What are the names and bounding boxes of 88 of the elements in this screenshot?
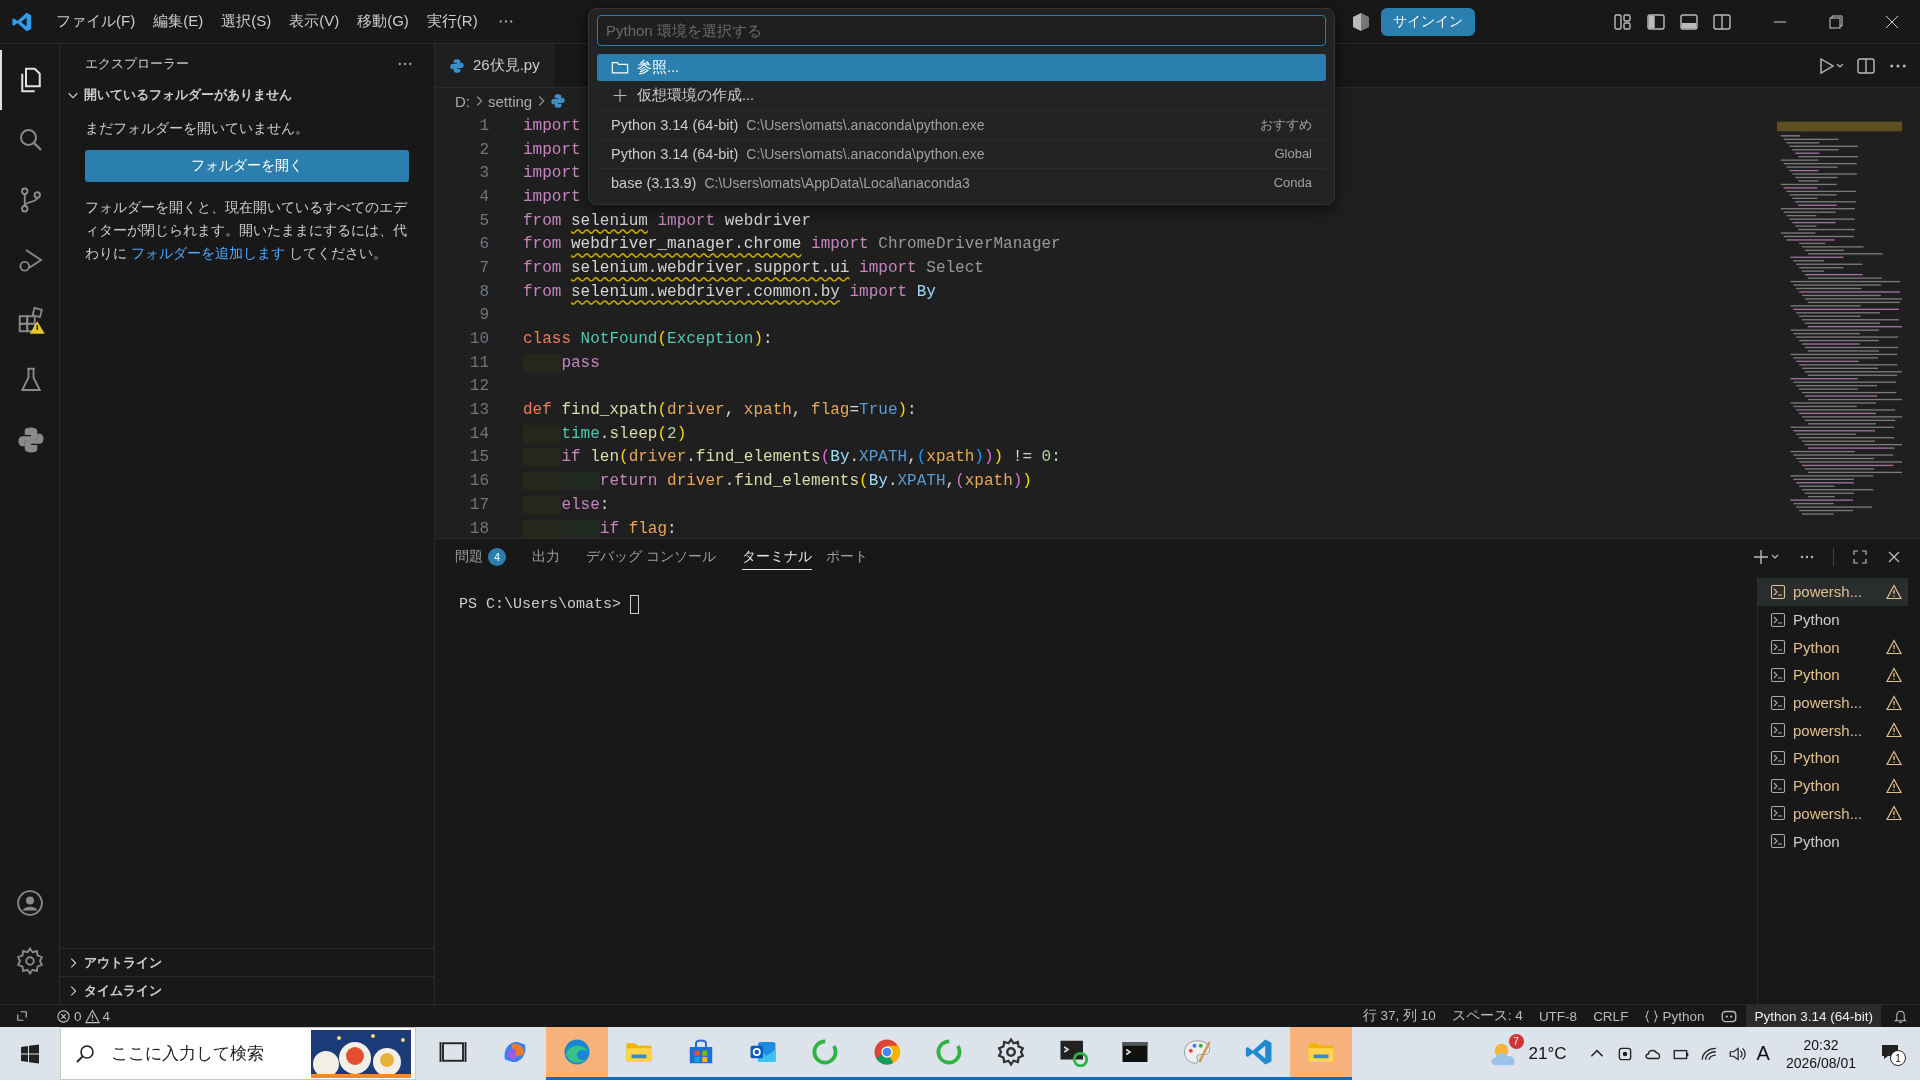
code-line: class NotFound(Exception): bbox=[523, 330, 773, 349]
line-number: 12 bbox=[468, 377, 490, 396]
menu-item[interactable]: 表示(V) bbox=[280, 12, 349, 31]
section-header[interactable]: タイムライン bbox=[60, 976, 434, 1004]
alert-badge: 7 bbox=[1508, 1033, 1524, 1049]
info-paragraph: フォルダーを開くと、現在開いているすべてのエディターが閉じられます。開いたままにするには、代わりに フォルダーを追加します してください。 bbox=[85, 198, 409, 263]
add-folder-link[interactable]: フォルダーを追加します bbox=[130, 245, 285, 261]
line-number: 11 bbox=[468, 353, 490, 372]
code-line: if len(driver.find_elements(By.XPATH,(xpath))) != 0: bbox=[523, 448, 1061, 467]
code-line: pass bbox=[523, 353, 600, 372]
code-line: import bbox=[523, 187, 581, 206]
breadcrumb-item[interactable]: D: bbox=[455, 92, 470, 110]
cursor-position[interactable]: 行 37, 列 10 bbox=[1354, 1005, 1444, 1027]
line-number: 1 bbox=[478, 116, 490, 135]
code-line: else: bbox=[523, 495, 610, 514]
quick-pick-item[interactable]: base (3.13.9) C:\Users\omats\AppData\Local\anaconda3 Conda bbox=[597, 168, 1326, 196]
code-line: from selenium.webdriver.common.by import By bbox=[523, 282, 936, 301]
terminal-item[interactable]: powersh... bbox=[1758, 688, 1908, 717]
terminal-item[interactable]: Python bbox=[1758, 827, 1908, 855]
editor-tab[interactable]: 26伏見.py bbox=[435, 44, 554, 87]
menu-item[interactable]: 編集(E) bbox=[144, 12, 213, 31]
line-number: 6 bbox=[478, 235, 490, 254]
line-number: 15 bbox=[468, 448, 490, 467]
terminal-item[interactable]: Python bbox=[1758, 771, 1908, 800]
panel-tab[interactable]: 問題 4 bbox=[455, 544, 518, 570]
interpreter-status[interactable]: Python 3.14 (64-bit) bbox=[1746, 1005, 1881, 1027]
language-status[interactable]: Python bbox=[1636, 1005, 1713, 1027]
code-line: import bbox=[523, 140, 581, 159]
terminal-item[interactable]: powersh... bbox=[1758, 578, 1908, 606]
menu-item[interactable]: ファイル(F) bbox=[47, 12, 145, 31]
menu-item[interactable]: 実行(R) bbox=[417, 12, 487, 31]
notification-badge: 1 bbox=[1890, 1050, 1906, 1066]
panel-tab[interactable]: 出力 bbox=[532, 544, 572, 570]
code-line: import bbox=[523, 164, 581, 183]
code-line: if flag: bbox=[523, 519, 677, 538]
quick-pick-item[interactable]: 参照... bbox=[597, 54, 1326, 81]
problems-status[interactable]: 0 4 bbox=[48, 1005, 119, 1027]
panel-tab[interactable]: ポート bbox=[825, 544, 880, 570]
line-number: 10 bbox=[468, 330, 490, 349]
sign-in-button[interactable]: サインイン bbox=[1381, 7, 1475, 36]
quick-pick-item[interactable]: Python 3.14 (64-bit) C:\Users\omats\.anaconda\python.exe Global bbox=[597, 139, 1326, 167]
indentation-status[interactable]: スペース: 4 bbox=[1443, 1005, 1531, 1027]
quick-pick-item[interactable]: 仮想環境の作成... bbox=[597, 82, 1326, 109]
code-line: time.sleep(2) bbox=[523, 424, 687, 443]
section-header[interactable]: 開いているフォルダーがありません bbox=[60, 84, 434, 106]
terminal-item[interactable]: Python bbox=[1758, 744, 1908, 772]
line-number: 5 bbox=[478, 211, 490, 230]
code-line: from selenium import webdriver bbox=[523, 211, 812, 230]
menu-item[interactable]: 移動(G) bbox=[348, 12, 418, 31]
terminal-item[interactable]: powersh... bbox=[1758, 716, 1908, 745]
terminal-item[interactable]: Python bbox=[1758, 661, 1908, 689]
line-number: 4 bbox=[478, 187, 490, 206]
input-method-indicator[interactable]: A bbox=[1756, 1042, 1770, 1065]
terminal-prompt: PS C:\Users\omats> bbox=[459, 596, 623, 613]
line-number: 14 bbox=[468, 424, 490, 443]
encoding-status[interactable]: UTF-8 bbox=[1530, 1005, 1586, 1027]
line-number: 17 bbox=[468, 495, 490, 514]
terminal-item[interactable]: Python bbox=[1758, 633, 1908, 662]
line-number: 16 bbox=[468, 472, 490, 491]
clock[interactable]: 20:32 2026/08/01 bbox=[1785, 1035, 1856, 1072]
sidebar-title: エクスプローラー bbox=[85, 55, 189, 73]
line-number: 9 bbox=[478, 306, 490, 325]
line-number: 8 bbox=[478, 282, 490, 301]
search-field[interactable]: Python 環境を選択する bbox=[597, 15, 1326, 46]
terminal-item[interactable]: Python bbox=[1758, 605, 1908, 634]
section-header[interactable]: アウトライン bbox=[60, 948, 434, 976]
line-number: 3 bbox=[478, 164, 490, 183]
panel-tab[interactable]: ターミナル bbox=[741, 544, 812, 570]
empty-message: まだフォルダーを開いていません。 bbox=[85, 120, 310, 138]
quick-pick-item[interactable]: Python 3.14 (64-bit) C:\Users\omats\.anaconda\python.exe おすすめ bbox=[597, 110, 1326, 138]
open-folder-button[interactable]: フォルダーを開く bbox=[85, 150, 409, 182]
code-line: def find_xpath(driver, xpath, flag=True): bbox=[523, 401, 917, 420]
temperature: 21°C bbox=[1528, 1043, 1567, 1064]
line-number: 13 bbox=[468, 401, 490, 420]
line-number: 18 bbox=[468, 519, 490, 538]
code-line: return driver.find_elements(By.XPATH,(xpath)) bbox=[523, 472, 1032, 491]
terminal-item[interactable]: powersh... bbox=[1758, 799, 1908, 828]
count-badge: 4 bbox=[488, 547, 506, 566]
breadcrumb-item[interactable]: setting bbox=[488, 92, 533, 110]
line-number: 7 bbox=[478, 258, 490, 277]
line-ending-status[interactable]: CRLF bbox=[1585, 1005, 1637, 1027]
line-number: 2 bbox=[478, 140, 490, 159]
code-line: from selenium.webdriver.support.ui import Select bbox=[523, 258, 984, 277]
code-line: import bbox=[523, 116, 581, 135]
search-field[interactable]: ここに入力して検索 bbox=[109, 1042, 311, 1065]
panel-tab[interactable]: デバッグ コンソール bbox=[586, 544, 728, 570]
code-line: from webdriver_manager.chrome import ChromeDriverManager bbox=[523, 235, 1061, 254]
menu-item[interactable]: 選択(S) bbox=[212, 12, 281, 31]
